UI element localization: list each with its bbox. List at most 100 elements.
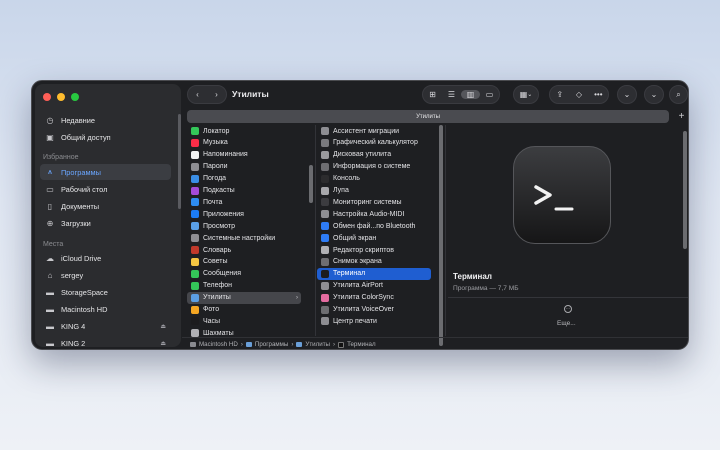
column-view-icon[interactable]: ▥	[461, 90, 480, 99]
list-item[interactable]: Системные настройки	[187, 232, 301, 244]
sidebar-scrollbar[interactable]	[178, 114, 181, 209]
path-item[interactable]: Терминал	[347, 341, 376, 348]
disk-icon	[190, 342, 196, 347]
list-item[interactable]: Утилита ColorSync	[317, 292, 431, 304]
more-icon[interactable]: •••	[589, 90, 608, 99]
sidebar-item-home[interactable]: ⌂ sergey	[40, 267, 171, 283]
sidebar-item-desktop[interactable]: ▭ Рабочий стол	[40, 181, 171, 197]
zoom-button[interactable]	[71, 93, 79, 101]
list-item-label: Просмотр	[203, 222, 235, 230]
list-item-label: Приложения	[203, 210, 244, 218]
path-item[interactable]: Macintosh HD	[199, 341, 238, 348]
list-item[interactable]: Просмотр	[187, 220, 301, 232]
column1-scrollbar[interactable]	[309, 165, 313, 203]
search-button[interactable]: ⌕	[669, 85, 688, 104]
preview-scrollbar[interactable]	[683, 131, 687, 249]
list-item[interactable]: Подкасты	[187, 185, 301, 197]
chevron-right-icon[interactable]: ›	[207, 90, 226, 99]
list-item[interactable]: Редактор скриптов	[317, 244, 431, 256]
list-item[interactable]: Часы	[187, 315, 301, 327]
gallery-view-icon[interactable]: ▭	[480, 90, 499, 99]
sidebar-item-king2[interactable]: ▬ KING 2 ⏏	[40, 335, 171, 348]
sidebar-item-downloads[interactable]: ⊕ Загрузки	[40, 215, 171, 231]
list-item[interactable]: Ассистент миграции	[317, 125, 431, 137]
list-item[interactable]: Лупа	[317, 185, 431, 197]
list-item[interactable]: Графический калькулятор	[317, 137, 431, 149]
list-item-label: Утилита AirPort	[333, 282, 383, 290]
list-item[interactable]: Фото	[187, 304, 301, 316]
search-icon: ⌕	[676, 89, 681, 99]
list-item[interactable]: Общий экран	[317, 232, 431, 244]
sidebar-item-recents[interactable]: ◷ Недавние	[40, 112, 171, 128]
sidebar-item-macintosh-hd[interactable]: ▬ Macintosh HD	[40, 301, 171, 317]
list-item[interactable]: Почта	[187, 196, 301, 208]
list-item-label: Напоминания	[203, 151, 248, 159]
list-item[interactable]: Терминал	[317, 267, 431, 280]
close-button[interactable]	[43, 93, 51, 101]
app-icon	[321, 317, 329, 326]
sidebar-item-icloud[interactable]: ☁ iCloud Drive	[40, 250, 171, 266]
app-icon	[191, 222, 199, 231]
list-item[interactable]: Утилита VoiceOver	[317, 304, 431, 316]
path-item[interactable]: Утилиты	[305, 341, 330, 348]
list-item[interactable]: Утилита AirPort	[317, 280, 431, 292]
list-item[interactable]: Обмен фай...по Bluetooth	[317, 220, 431, 232]
sidebar-item-shared[interactable]: ▣ Общий доступ	[40, 129, 171, 145]
list-item-label: Лупа	[333, 187, 349, 194]
app-icon	[321, 186, 329, 195]
list-item[interactable]: Утилиты ›	[187, 291, 301, 304]
action-group: ⇪ ◇ •••	[549, 85, 609, 104]
list-item[interactable]: Консоль	[317, 173, 431, 185]
options-dropdown-1[interactable]: ⌄	[617, 85, 637, 104]
list-item[interactable]: Мониторинг системы	[317, 196, 431, 208]
column-divider[interactable]	[315, 125, 316, 336]
list-item-label: Общий экран	[333, 234, 377, 242]
chevron-left-icon[interactable]: ‹	[188, 90, 207, 99]
list-item[interactable]: Словарь	[187, 244, 301, 256]
list-item[interactable]: Центр печати	[317, 315, 431, 327]
group-by-button[interactable]: ▦ ⌄	[513, 85, 539, 104]
list-item[interactable]: Снимок экрана	[317, 256, 431, 268]
list-item[interactable]: Дисковая утилита	[317, 149, 431, 161]
column-utilities: Ассистент миграции Графический калькулято…	[317, 125, 437, 336]
list-item[interactable]: Музыка	[187, 137, 301, 149]
sidebar-item-storagespace[interactable]: ▬ StorageSpace	[40, 284, 171, 300]
eject-icon[interactable]: ⏏	[160, 340, 166, 347]
app-icon	[321, 281, 329, 290]
options-dropdown-2[interactable]: ⌄	[644, 85, 664, 104]
eject-icon[interactable]: ⏏	[160, 323, 166, 330]
list-item[interactable]: Советы	[187, 256, 301, 268]
sidebar-item-applications[interactable]: ⩚ Программы	[40, 164, 171, 180]
sidebar-item-king4[interactable]: ▬ KING 4 ⏏	[40, 318, 171, 334]
app-icon	[321, 257, 329, 266]
view-mode-group: ⊞ ☰ ▥ ▭	[422, 85, 500, 104]
tag-icon[interactable]: ◇	[569, 90, 588, 99]
list-item[interactable]: Локатор	[187, 125, 301, 137]
list-item[interactable]: Телефон	[187, 280, 301, 292]
icon-view-icon[interactable]: ⊞	[423, 90, 442, 99]
app-icon	[191, 305, 199, 314]
app-icon	[321, 198, 329, 207]
share-icon[interactable]: ⇪	[550, 90, 569, 99]
sidebar: ◷ Недавние ▣ Общий доступ Избранное ⩚ Пр…	[35, 84, 181, 347]
preview-app-info: Программа — 7,7 МБ	[453, 285, 519, 292]
list-item[interactable]: Информация о системе	[317, 161, 431, 173]
sidebar-item-documents[interactable]: ▯ Документы	[40, 198, 171, 214]
plus-icon[interactable]: +	[675, 110, 688, 123]
list-item-label: Пароли	[203, 163, 228, 171]
more-button[interactable]: Еще...	[557, 320, 576, 327]
sidebar-item-label: Недавние	[61, 115, 95, 125]
list-item-label: Локатор	[203, 127, 230, 135]
list-item[interactable]: Приложения	[187, 208, 301, 220]
list-item[interactable]: Напоминания	[187, 149, 301, 161]
list-item[interactable]: Настройка Audio-MIDI	[317, 208, 431, 220]
tab-utilities[interactable]: Утилиты	[187, 110, 669, 123]
list-item[interactable]: Погода	[187, 173, 301, 185]
list-item[interactable]: Пароли	[187, 161, 301, 173]
ellipsis-icon[interactable]: ···	[564, 305, 572, 313]
column-applications: Локатор Музыка Напоминания Пароли Погода Подк…	[187, 125, 307, 338]
minimize-button[interactable]	[57, 93, 65, 101]
list-item[interactable]: Сообщения	[187, 268, 301, 280]
path-item[interactable]: Программы	[255, 341, 288, 348]
list-view-icon[interactable]: ☰	[442, 90, 461, 99]
